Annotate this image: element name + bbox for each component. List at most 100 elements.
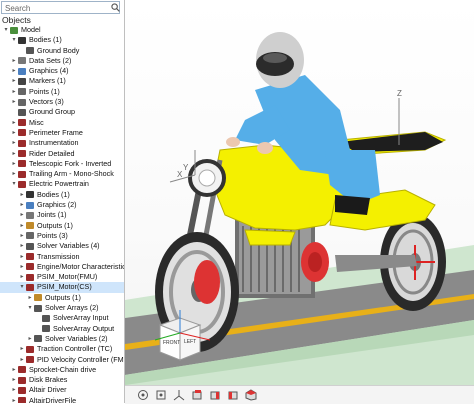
- front-view-icon[interactable]: [191, 389, 203, 401]
- tree-item[interactable]: ▸ Trailing Arm - Mono-Shock: [0, 169, 124, 179]
- expand-toggle-icon[interactable]: ▸: [11, 66, 17, 76]
- tree-item[interactable]: ▸ Graphics (4): [0, 66, 124, 76]
- view-cube-front[interactable]: FRONT: [163, 340, 180, 346]
- tree-item[interactable]: ▾ Electric Powertrain: [0, 179, 124, 189]
- expand-toggle-icon[interactable]: ▸: [11, 118, 17, 128]
- tree-item[interactable]: ▾ PSIM_Motor(CS): [0, 282, 124, 293]
- tree-item[interactable]: ▸ Solver Variables (4): [0, 241, 124, 251]
- tree-item[interactable]: ▸ Transmission: [0, 252, 124, 262]
- collapse-toggle-icon[interactable]: ▾: [11, 179, 17, 189]
- expand-toggle-icon[interactable]: ▸: [19, 272, 25, 282]
- tree-item[interactable]: ▸ Traction Controller (TC): [0, 344, 124, 354]
- tree-item-label: Points (3): [37, 230, 68, 240]
- tree-item-label: Instrumentation: [29, 138, 79, 148]
- tree-item[interactable]: ▸ Telescopic Fork - Inverted: [0, 159, 124, 169]
- system-icon: [18, 150, 26, 158]
- expand-toggle-icon[interactable]: ▸: [11, 138, 17, 148]
- tree-item[interactable]: ▸ Markers (1): [0, 76, 124, 86]
- points-icon: [18, 88, 26, 96]
- tree-item-label: Outputs (1): [45, 292, 81, 302]
- expand-toggle-icon[interactable]: ▸: [11, 375, 17, 385]
- tree-item[interactable]: ▾ Solver Arrays (2): [0, 303, 124, 313]
- expand-toggle-icon[interactable]: ▸: [11, 149, 17, 159]
- expand-toggle-icon[interactable]: ▸: [11, 128, 17, 138]
- expand-toggle-icon[interactable]: ▸: [11, 159, 17, 169]
- expand-toggle-icon[interactable]: ▸: [19, 262, 25, 272]
- expand-toggle-icon[interactable]: ▸: [11, 87, 17, 97]
- system-icon: [18, 366, 26, 374]
- tree-item[interactable]: ▸ Perimeter Frame: [0, 128, 124, 138]
- tree-item[interactable]: ▾ Bodies (1): [0, 35, 124, 45]
- tree-item[interactable]: SolverArray Input: [0, 313, 124, 323]
- tree-item-label: Perimeter Frame: [29, 127, 83, 137]
- expand-toggle-icon[interactable]: ▸: [19, 344, 25, 354]
- tree-item[interactable]: ▸ Points (1): [0, 87, 124, 97]
- expand-toggle-icon[interactable]: ▸: [11, 56, 17, 66]
- system-icon: [18, 386, 26, 394]
- expand-toggle-icon[interactable]: ▸: [19, 231, 25, 241]
- tree-item-label: Graphics (2): [37, 200, 77, 210]
- tree-item[interactable]: ▸ Outputs (1): [0, 221, 124, 231]
- view-orientation-icon[interactable]: [137, 389, 149, 401]
- search-icon[interactable]: [111, 3, 120, 12]
- tree-item[interactable]: ▸ Graphics (2): [0, 200, 124, 210]
- search-input[interactable]: Search: [1, 1, 120, 14]
- objects-label: Objects: [2, 15, 31, 25]
- tree-item-label: Ground Body: [37, 45, 80, 55]
- view-cube-left[interactable]: LEFT: [184, 339, 196, 345]
- expand-toggle-icon[interactable]: ▸: [11, 365, 17, 375]
- side-view-icon[interactable]: [209, 389, 221, 401]
- tree-item[interactable]: ▸ PSIM_Motor(FMU): [0, 272, 124, 282]
- tree-item[interactable]: ▸ Bodies (1): [0, 190, 124, 200]
- tree-item[interactable]: ▸ Points (3): [0, 231, 124, 241]
- tree-item[interactable]: ▸ Misc: [0, 118, 124, 128]
- tree-item[interactable]: ▸ Rider Detailed: [0, 149, 124, 159]
- tree-item-label: PID Velocity Controller (FMU): [37, 354, 125, 364]
- expand-toggle-icon[interactable]: ▸: [11, 385, 17, 395]
- tree-item[interactable]: ▸ PID Velocity Controller (FMU): [0, 355, 124, 365]
- expand-toggle-icon[interactable]: ▸: [19, 252, 25, 262]
- right-view-icon[interactable]: [227, 389, 239, 401]
- tree-item[interactable]: ▸ Outputs (1): [0, 293, 124, 303]
- axis-triad-icon[interactable]: [173, 389, 185, 401]
- expand-toggle-icon[interactable]: ▸: [27, 334, 33, 344]
- expand-toggle-icon[interactable]: ▸: [19, 200, 25, 210]
- tree-item[interactable]: ▸ Instrumentation: [0, 138, 124, 148]
- tree-item[interactable]: ▸ Solver Variables (2): [0, 334, 124, 344]
- expand-toggle-icon[interactable]: ▸: [19, 355, 25, 365]
- fit-icon[interactable]: [155, 389, 167, 401]
- expand-toggle-icon[interactable]: ▸: [11, 97, 17, 107]
- expand-toggle-icon[interactable]: ▸: [19, 190, 25, 200]
- collapse-toggle-icon[interactable]: ▾: [27, 303, 33, 313]
- expand-toggle-icon[interactable]: ▸: [11, 169, 17, 179]
- tree-item[interactable]: Ground Group: [0, 107, 124, 117]
- expand-toggle-icon[interactable]: ▸: [11, 396, 17, 403]
- expand-toggle-icon[interactable]: ▸: [19, 221, 25, 231]
- tree-item[interactable]: ▾ Model: [0, 25, 124, 35]
- tree-item-label: Sprocket-Chain drive: [29, 364, 97, 374]
- tree-item[interactable]: ▸ Engine/Motor Characteristics: [0, 262, 124, 272]
- collapse-toggle-icon[interactable]: ▾: [19, 282, 25, 292]
- expand-toggle-icon[interactable]: ▸: [27, 293, 33, 303]
- tree-item[interactable]: ▸ Altair Driver: [0, 385, 124, 395]
- tree-item-label: Altair Driver: [29, 385, 67, 395]
- tree-item[interactable]: ▸ Data Sets (2): [0, 56, 124, 66]
- tree-item[interactable]: ▸ AltairDriverFile: [0, 396, 124, 403]
- tree-item[interactable]: ▸ Vectors (3): [0, 97, 124, 107]
- 3d-viewport[interactable]: X Y Z FRONT LEFT: [125, 0, 474, 385]
- tree-item[interactable]: ▸ Sprocket-Chain drive: [0, 365, 124, 375]
- expand-toggle-icon[interactable]: ▸: [19, 210, 25, 220]
- solverarray-icon: [42, 325, 50, 333]
- collapse-toggle-icon[interactable]: ▾: [11, 35, 17, 45]
- bodies-icon: [26, 191, 34, 199]
- collapse-toggle-icon[interactable]: ▾: [3, 25, 9, 35]
- expand-toggle-icon[interactable]: ▸: [11, 76, 17, 86]
- joints-icon: [26, 211, 34, 219]
- tree-item[interactable]: SolverArray Output: [0, 324, 124, 334]
- tree-item[interactable]: ▸ Joints (1): [0, 210, 124, 220]
- tree-item[interactable]: Ground Body: [0, 46, 124, 56]
- tree-item[interactable]: ▸ Disk Brakes: [0, 375, 124, 385]
- expand-toggle-icon[interactable]: ▸: [19, 241, 25, 251]
- tree-item-label: SolverArray Output: [53, 323, 115, 333]
- iso-view-icon[interactable]: [245, 389, 257, 401]
